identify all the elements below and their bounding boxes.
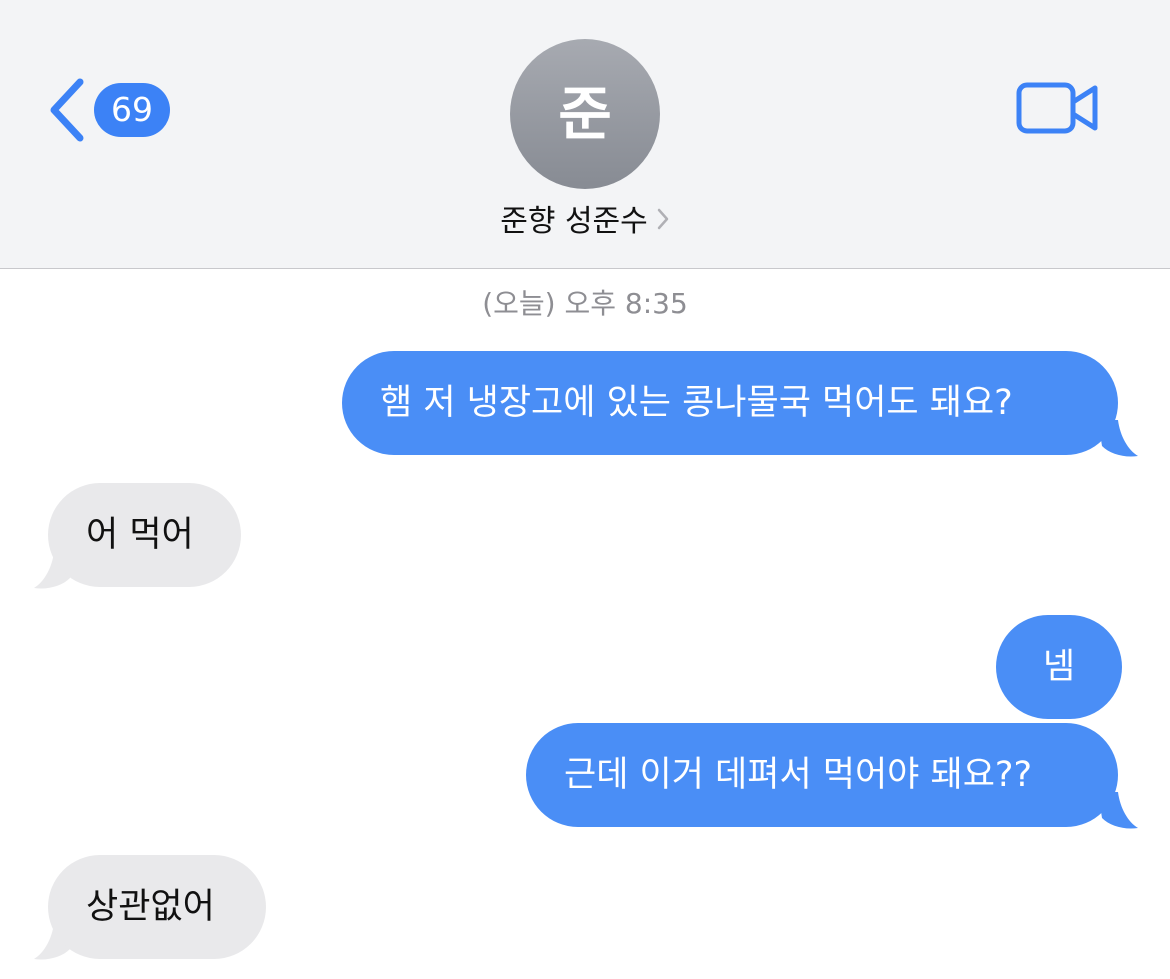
message-text: 넴 <box>1042 647 1076 687</box>
message-timestamp: (오늘) 오후 8:35 <box>482 287 688 320</box>
message-bubble-incoming[interactable]: 상관없어 <box>48 855 266 959</box>
message-text: 근데 이거 데펴서 먹어야 돼요?? <box>564 755 1033 795</box>
video-call-button[interactable] <box>1016 80 1100 140</box>
video-camera-icon <box>1016 82 1098 134</box>
contact-name: 준향 성준수 <box>500 204 648 239</box>
bubble-tail <box>1098 792 1138 829</box>
bubble-tail <box>1098 420 1138 457</box>
back-button[interactable]: 69 <box>44 74 170 146</box>
message-text: 햄 저 냉장고에 있는 콩나물국 먹어도 돼요? <box>380 383 1013 423</box>
message-bubble-incoming[interactable]: 어 먹어 <box>48 483 241 587</box>
contact-name-row[interactable]: 준향 성준수 <box>0 200 1170 245</box>
avatar[interactable]: 준 <box>510 39 660 189</box>
message-bubble-outgoing[interactable]: 넴 <box>996 615 1122 719</box>
message-text: 상관없어 <box>86 887 215 927</box>
message-bubble-outgoing[interactable]: 근데 이거 데펴서 먹어야 돼요?? <box>526 723 1118 827</box>
unread-count-badge: 69 <box>94 83 170 137</box>
message-text: 어 먹어 <box>86 515 194 555</box>
conversation-header: 69 준 준향 성준수 <box>0 0 1170 269</box>
chevron-right-icon <box>656 201 670 245</box>
message-bubble-outgoing[interactable]: 햄 저 냉장고에 있는 콩나물국 먹어도 돼요? <box>342 351 1118 455</box>
chevron-left-icon <box>50 78 84 142</box>
